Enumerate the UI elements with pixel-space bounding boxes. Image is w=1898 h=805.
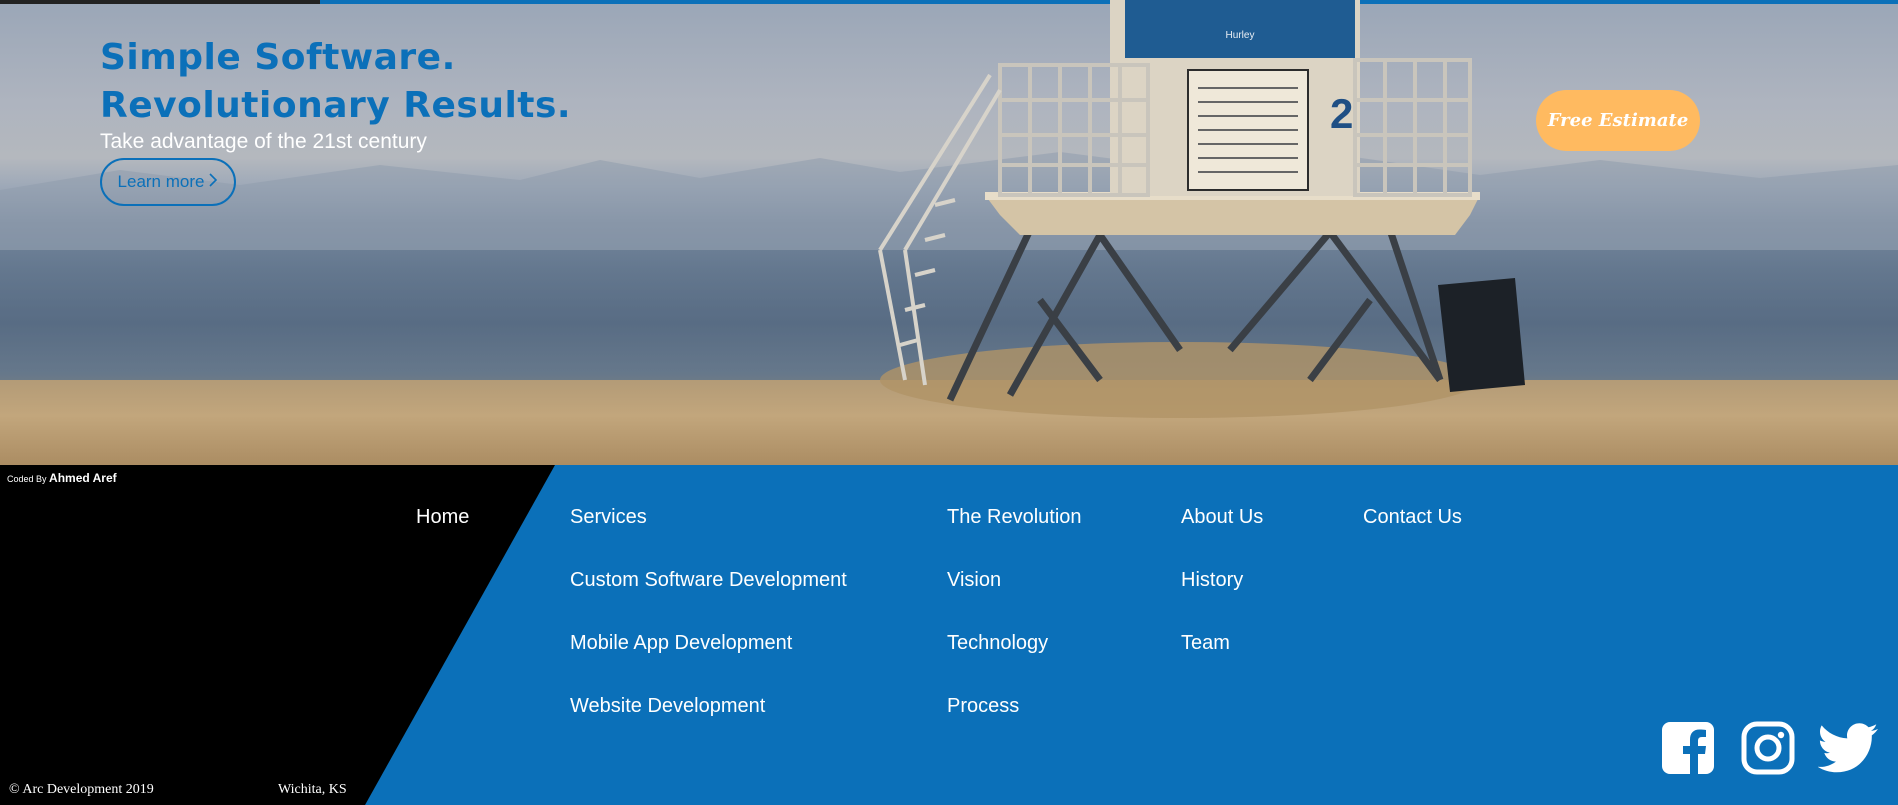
facebook-icon[interactable]	[1660, 720, 1716, 776]
footer-link-technology[interactable]: Technology	[947, 631, 1082, 694]
footer-column-contact: Contact Us	[1363, 505, 1462, 568]
free-estimate-button[interactable]: Free Estimate	[1536, 90, 1700, 151]
footer-black-panel	[0, 465, 555, 805]
twitter-icon[interactable]	[1817, 720, 1880, 776]
learn-more-button[interactable]: Learn more	[100, 158, 236, 206]
footer-link-websites[interactable]: Website Development	[570, 694, 847, 757]
instagram-icon[interactable]	[1740, 720, 1796, 776]
location-text: Wichita, KS	[278, 782, 347, 797]
hero-title-line-1: Simple Software.	[100, 37, 456, 78]
hero-title: Simple Software. Revolutionary Results.	[100, 34, 571, 130]
footer-link-custom-software[interactable]: Custom Software Development	[570, 568, 847, 631]
credit-name: Ahmed Aref	[49, 471, 117, 485]
tower-brand-text: Hurley	[1226, 30, 1255, 41]
chevron-right-icon	[208, 172, 218, 193]
hero-subtitle: Take advantage of the 21st century	[100, 130, 427, 153]
footer-link-mobile-apps[interactable]: Mobile App Development	[570, 631, 847, 694]
tower-number: 2	[1330, 90, 1353, 137]
footer-link-home[interactable]: Home	[416, 505, 469, 529]
copyright-text: © Arc Development 2019	[9, 782, 154, 797]
footer-column-revolution: The Revolution Vision Technology Process	[947, 505, 1082, 757]
footer-link-team[interactable]: Team	[1181, 631, 1263, 694]
hero-section: Hurley 2 Simple Software. Revolutionary …	[0, 0, 1898, 465]
footer-link-about[interactable]: About Us	[1181, 505, 1263, 568]
credit-prefix: Coded By	[7, 474, 47, 484]
footer: Coded By Ahmed Aref Home Services Custom…	[0, 465, 1898, 805]
credit-text: Coded By Ahmed Aref	[7, 471, 117, 485]
footer-link-vision[interactable]: Vision	[947, 568, 1082, 631]
footer-link-services[interactable]: Services	[570, 505, 847, 568]
learn-more-label: Learn more	[117, 172, 205, 191]
hero-title-line-2: Revolutionary Results.	[100, 85, 572, 126]
footer-column-services: Services Custom Software Development Mob…	[570, 505, 847, 757]
footer-column-about: About Us History Team	[1181, 505, 1263, 694]
footer-link-history[interactable]: History	[1181, 568, 1263, 631]
footer-link-revolution[interactable]: The Revolution	[947, 505, 1082, 568]
footer-link-process[interactable]: Process	[947, 694, 1082, 757]
footer-link-contact[interactable]: Contact Us	[1363, 505, 1462, 568]
